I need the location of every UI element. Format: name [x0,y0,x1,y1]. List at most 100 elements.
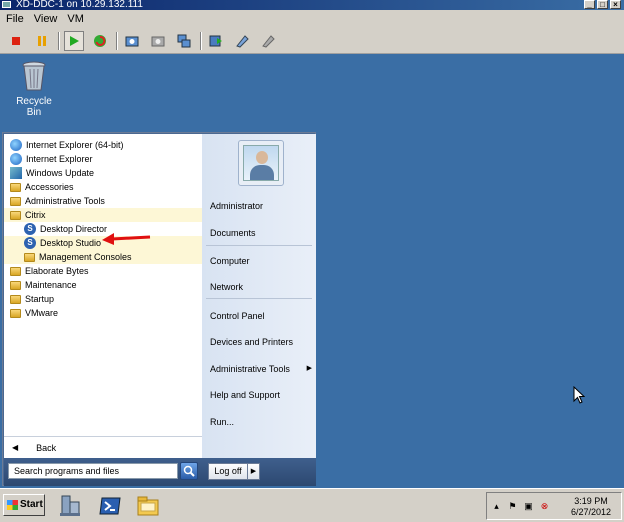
program-item[interactable]: Accessories [4,180,202,194]
menu-file[interactable]: File [6,13,24,25]
start-right-item-label: Help and Support [210,390,281,400]
start-right-item[interactable]: Computer [202,251,316,271]
network-icon[interactable]: ▣ [523,501,534,512]
user-avatar[interactable] [238,140,284,186]
clock[interactable]: 3:19 PM 6/27/2012 [565,496,617,518]
start-right-item-label: Computer [210,256,250,266]
program-item[interactable]: VMware [4,306,202,320]
start-right-item-label: Documents [210,228,256,238]
volume-muted-icon[interactable]: ⊗ [539,501,550,512]
start-menu-right-pane: Administrator Documents Computer Network Con… [202,134,316,458]
user-picture-icon [243,145,279,181]
ie-icon [10,139,22,151]
play-icon[interactable] [64,30,84,51]
program-item[interactable]: Administrative Tools [4,194,202,208]
start-button[interactable]: Start [3,494,45,516]
tools-icon[interactable] [258,31,278,51]
start-menu-footer: Search programs and files Log off ▶ [4,458,316,486]
notification-area: ▴ ⚑ ▣ ⊗ 3:19 PM 6/27/2012 [486,492,622,520]
pause-icon[interactable] [32,31,52,51]
submenu-arrow-icon: ▶ [306,365,312,372]
search-input[interactable]: Search programs and files [8,463,178,479]
start-right-item-label: Devices and Printers [210,337,294,347]
send-ctrl-alt-del-icon[interactable] [206,31,226,51]
window-controls: _ □ × [584,0,621,9]
program-item[interactable]: Citrix [4,208,202,222]
action-center-flag-icon[interactable]: ⚑ [507,501,518,512]
start-right-item[interactable]: Run... [202,412,316,432]
start-label: Start [20,499,43,510]
log-off-button[interactable]: Log off [208,463,248,480]
powershell-icon[interactable] [96,492,124,520]
citrix-icon: S [24,237,36,249]
citrix-icon: S [24,223,36,235]
program-item[interactable]: Windows Update [4,166,202,180]
back-label: Back [36,442,57,453]
start-menu: Internet Explorer (64-bit) Internet Explo… [2,132,316,486]
show-hidden-icons-icon[interactable]: ▴ [491,501,502,512]
explorer-icon[interactable] [134,492,162,520]
start-right-item[interactable]: Devices and Printers [202,332,316,352]
toolbar-divider [200,31,202,50]
folder-icon [10,210,21,220]
search-icon[interactable] [180,462,198,480]
program-item[interactable]: Internet Explorer [4,152,202,166]
start-right-item-label: Run... [210,417,235,427]
clock-time: 3:19 PM [574,496,608,506]
stop-icon[interactable] [6,31,26,51]
start-right-item[interactable]: Network [202,277,316,297]
mouse-cursor-icon [573,386,585,404]
program-label: Desktop Director [40,224,108,234]
menu-vm[interactable]: VM [67,13,84,25]
program-item[interactable]: Management Consoles [4,250,202,264]
server-manager-icon[interactable] [56,492,84,520]
back-arrow-icon: ◀ [12,443,19,452]
folder-icon [10,182,21,192]
manage-snapshots-icon[interactable] [174,31,194,51]
vm-toolbar [0,28,624,54]
menu-bar: File View VM [0,10,624,28]
folder-icon [10,196,21,206]
snapshot-icon[interactable] [122,31,142,51]
taskbar: Start ▴ ⚑ ▣ ⊗ 3:19 PM 6/27/2012 [0,488,624,522]
close-button[interactable]: × [610,0,621,9]
start-right-item[interactable]: Administrator [202,196,316,216]
shutdown-options-icon[interactable]: ▶ [248,463,260,480]
start-right-item-label: Network [210,282,244,292]
reset-icon[interactable] [90,31,110,51]
recycle-bin-shortcut[interactable]: Recycle Bin [8,60,60,118]
program-item[interactable]: Elaborate Bytes [4,264,202,278]
program-label: Windows Update [26,168,95,178]
maximize-button[interactable]: □ [597,0,608,9]
windows-update-icon [10,167,22,179]
folder-icon [10,280,21,290]
program-label: Elaborate Bytes [25,266,89,276]
program-label: Administrative Tools [25,196,105,206]
programs-list: Internet Explorer (64-bit) Internet Explo… [4,134,202,436]
folder-icon [10,308,21,318]
program-label: Management Consoles [39,252,132,262]
start-right-item-label: Administrative Tools [210,364,290,374]
ie-icon [10,153,22,165]
start-right-item-label: Control Panel [210,311,265,321]
program-label: Desktop Studio [40,238,102,248]
back-button[interactable]: ◀ Back [4,436,202,458]
menu-view[interactable]: View [34,13,58,25]
revert-snapshot-icon[interactable] [148,31,168,51]
settings-icon[interactable] [232,31,252,51]
folder-icon [10,294,21,304]
program-item[interactable]: Maintenance [4,278,202,292]
program-item[interactable]: Internet Explorer (64-bit) [4,138,202,152]
recycle-bin-label: Recycle Bin [16,96,52,118]
vm-console-icon [2,1,11,8]
program-item[interactable]: Startup [4,292,202,306]
program-label: Internet Explorer (64-bit) [26,140,124,150]
start-right-item[interactable]: Documents [202,223,316,243]
start-right-item[interactable]: Control Panel [202,306,316,326]
window-titlebar[interactable]: XD-DDC-1 on 10.29.132.111 _ □ × [0,0,624,10]
minimize-button[interactable]: _ [584,0,595,9]
start-right-item[interactable]: Administrative Tools ▶ [202,359,316,379]
program-label: Startup [25,294,55,304]
start-right-item[interactable]: Help and Support [202,385,316,405]
program-label: Internet Explorer [26,154,93,164]
